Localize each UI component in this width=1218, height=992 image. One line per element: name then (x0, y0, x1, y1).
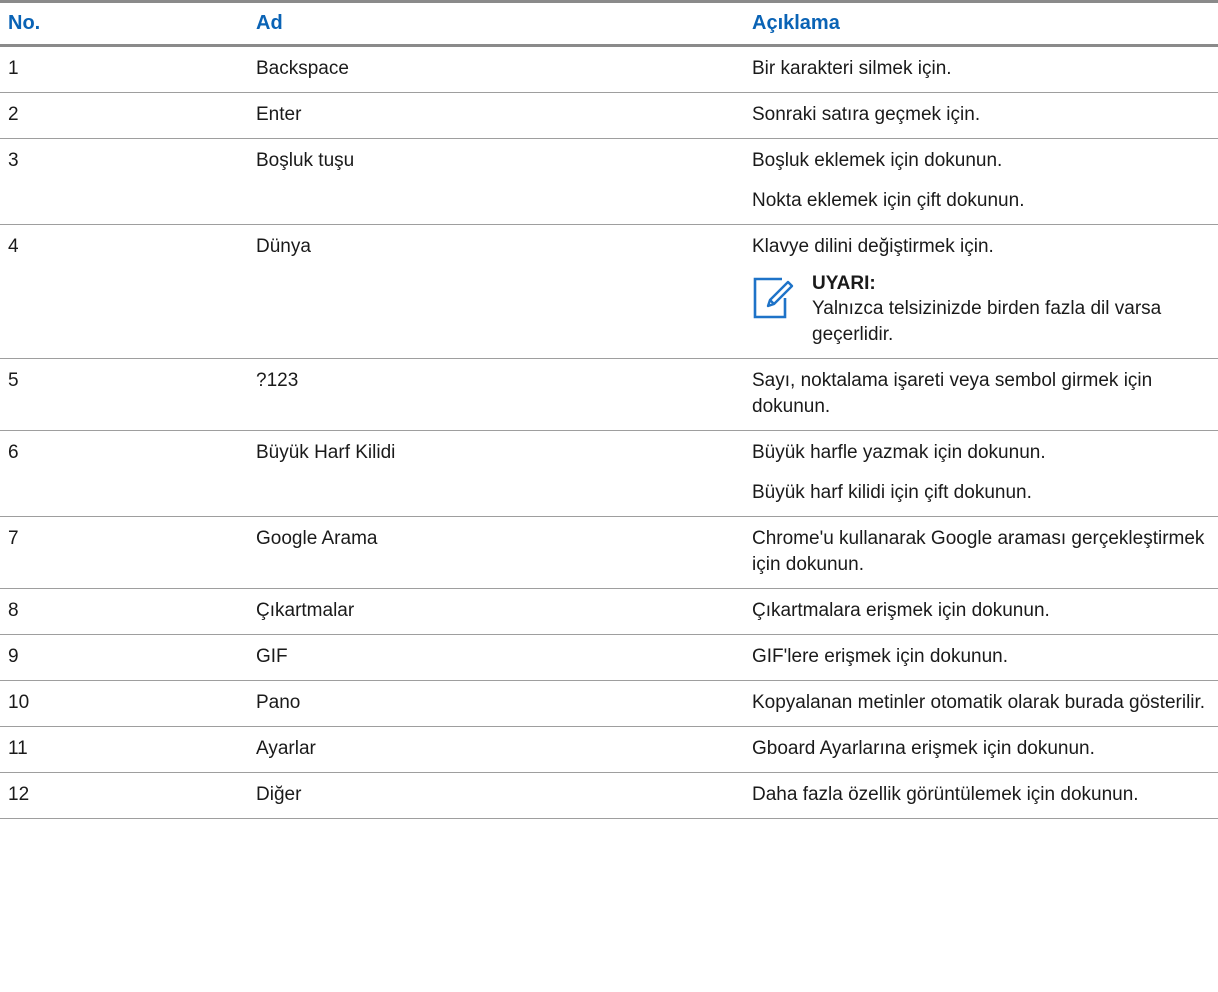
cell-description: Büyük harfle yazmak için dokunun. Büyük … (744, 430, 1218, 517)
description-text: Daha fazla özellik görüntülemek için dok… (752, 784, 1139, 805)
description-text: Bir karakteri silmek için. (752, 58, 952, 79)
header-name: Ad (248, 1, 744, 47)
cell-name: Enter (248, 92, 744, 139)
cell-description: Chrome'u kullanarak Google araması gerçe… (744, 516, 1218, 589)
cell-description: GIF'lere erişmek için dokunun. (744, 634, 1218, 681)
cell-description: Klavye dilini değiştirmek için. UYARI: Y… (744, 224, 1218, 359)
cell-name: Ayarlar (248, 726, 744, 773)
cell-no: 8 (0, 588, 248, 635)
table-row: 9 GIF GIF'lere erişmek için dokunun. (0, 634, 1218, 681)
note-pencil-icon (753, 277, 794, 319)
table-row: 10 Pano Kopyalanan metinler otomatik ola… (0, 680, 1218, 727)
description-text: Büyük harfle yazmak için dokunun. (752, 442, 1046, 463)
description-text: Kopyalanan metinler otomatik olarak bura… (752, 692, 1206, 713)
table-row: 12 Diğer Daha fazla özellik görüntülemek… (0, 772, 1218, 819)
cell-no: 5 (0, 358, 248, 431)
cell-name: GIF (248, 634, 744, 681)
description-text: Nokta eklemek için çift dokunun. (752, 190, 1025, 211)
cell-description: Bir karakteri silmek için. (744, 45, 1218, 93)
cell-name: Pano (248, 680, 744, 727)
cell-name: Büyük Harf Kilidi (248, 430, 744, 517)
cell-no: 2 (0, 92, 248, 139)
cell-no: 11 (0, 726, 248, 773)
cell-description: Sayı, noktalama işareti veya sembol girm… (744, 358, 1218, 431)
cell-name: Diğer (248, 772, 744, 819)
table-row: 8 Çıkartmalar Çıkartmalara erişmek için … (0, 588, 1218, 635)
cell-description: Gboard Ayarlarına erişmek için dokunun. (744, 726, 1218, 773)
table-row: 5 ?123 Sayı, noktalama işareti veya semb… (0, 358, 1218, 431)
table-row: 3 Boşluk tuşu Boşluk eklemek için dokunu… (0, 138, 1218, 225)
header-no: No. (0, 1, 248, 47)
table-row: 2 Enter Sonraki satıra geçmek için. (0, 92, 1218, 139)
cell-no: 10 (0, 680, 248, 727)
cell-no: 1 (0, 45, 248, 93)
cell-description: Çıkartmalara erişmek için dokunun. (744, 588, 1218, 635)
cell-name: Backspace (248, 45, 744, 93)
cell-name: Google Arama (248, 516, 744, 589)
table-row: 7 Google Arama Chrome'u kullanarak Googl… (0, 516, 1218, 589)
description-text: Boşluk eklemek için dokunun. (752, 150, 1003, 171)
description-text: Çıkartmalara erişmek için dokunun. (752, 600, 1050, 621)
table-row: 4 Dünya Klavye dilini değiştirmek için. … (0, 224, 1218, 359)
note-title: UYARI: (812, 273, 876, 294)
description-text: Chrome'u kullanarak Google araması gerçe… (752, 528, 1205, 575)
table-row: 6 Büyük Harf Kilidi Büyük harfle yazmak … (0, 430, 1218, 517)
table-body: 1 Backspace Bir karakteri silmek için. 2… (0, 45, 1218, 819)
cell-name: Çıkartmalar (248, 588, 744, 635)
header-description: Açıklama (744, 1, 1218, 47)
description-text: Büyük harf kilidi için çift dokunun. (752, 482, 1032, 503)
cell-no: 7 (0, 516, 248, 589)
note-body: UYARI: Yalnızca telsizinizde birden fazl… (812, 272, 1212, 348)
description-text: Sayı, noktalama işareti veya sembol girm… (752, 370, 1153, 417)
table-header-row: No. Ad Açıklama (0, 1, 1218, 47)
cell-no: 9 (0, 634, 248, 681)
cell-name: ?123 (248, 358, 744, 431)
cell-no: 6 (0, 430, 248, 517)
description-text: Sonraki satıra geçmek için. (752, 104, 981, 125)
table-header: No. Ad Açıklama (0, 1, 1218, 47)
cell-description: Boşluk eklemek için dokunun. Nokta eklem… (744, 138, 1218, 225)
description-text: Klavye dilini değiştirmek için. (752, 236, 994, 257)
cell-no: 4 (0, 224, 248, 359)
document-page: No. Ad Açıklama 1 Backspace Bir karakter… (0, 0, 1218, 992)
table-row: 11 Ayarlar Gboard Ayarlarına erişmek içi… (0, 726, 1218, 773)
cell-description: Kopyalanan metinler otomatik olarak bura… (744, 680, 1218, 727)
cell-no: 12 (0, 772, 248, 819)
table-row: 1 Backspace Bir karakteri silmek için. (0, 45, 1218, 93)
cell-name: Dünya (248, 224, 744, 359)
cell-no: 3 (0, 138, 248, 225)
note-box: UYARI: Yalnızca telsizinizde birden fazl… (752, 272, 1212, 348)
cell-description: Sonraki satıra geçmek için. (744, 92, 1218, 139)
note-text: Yalnızca telsizinizde birden fazla dil v… (812, 298, 1162, 345)
cell-name: Boşluk tuşu (248, 138, 744, 225)
description-text: GIF'lere erişmek için dokunun. (752, 646, 1009, 667)
cell-description: Daha fazla özellik görüntülemek için dok… (744, 772, 1218, 819)
keyboard-reference-table: No. Ad Açıklama 1 Backspace Bir karakter… (0, 0, 1218, 819)
description-text: Gboard Ayarlarına erişmek için dokunun. (752, 738, 1095, 759)
